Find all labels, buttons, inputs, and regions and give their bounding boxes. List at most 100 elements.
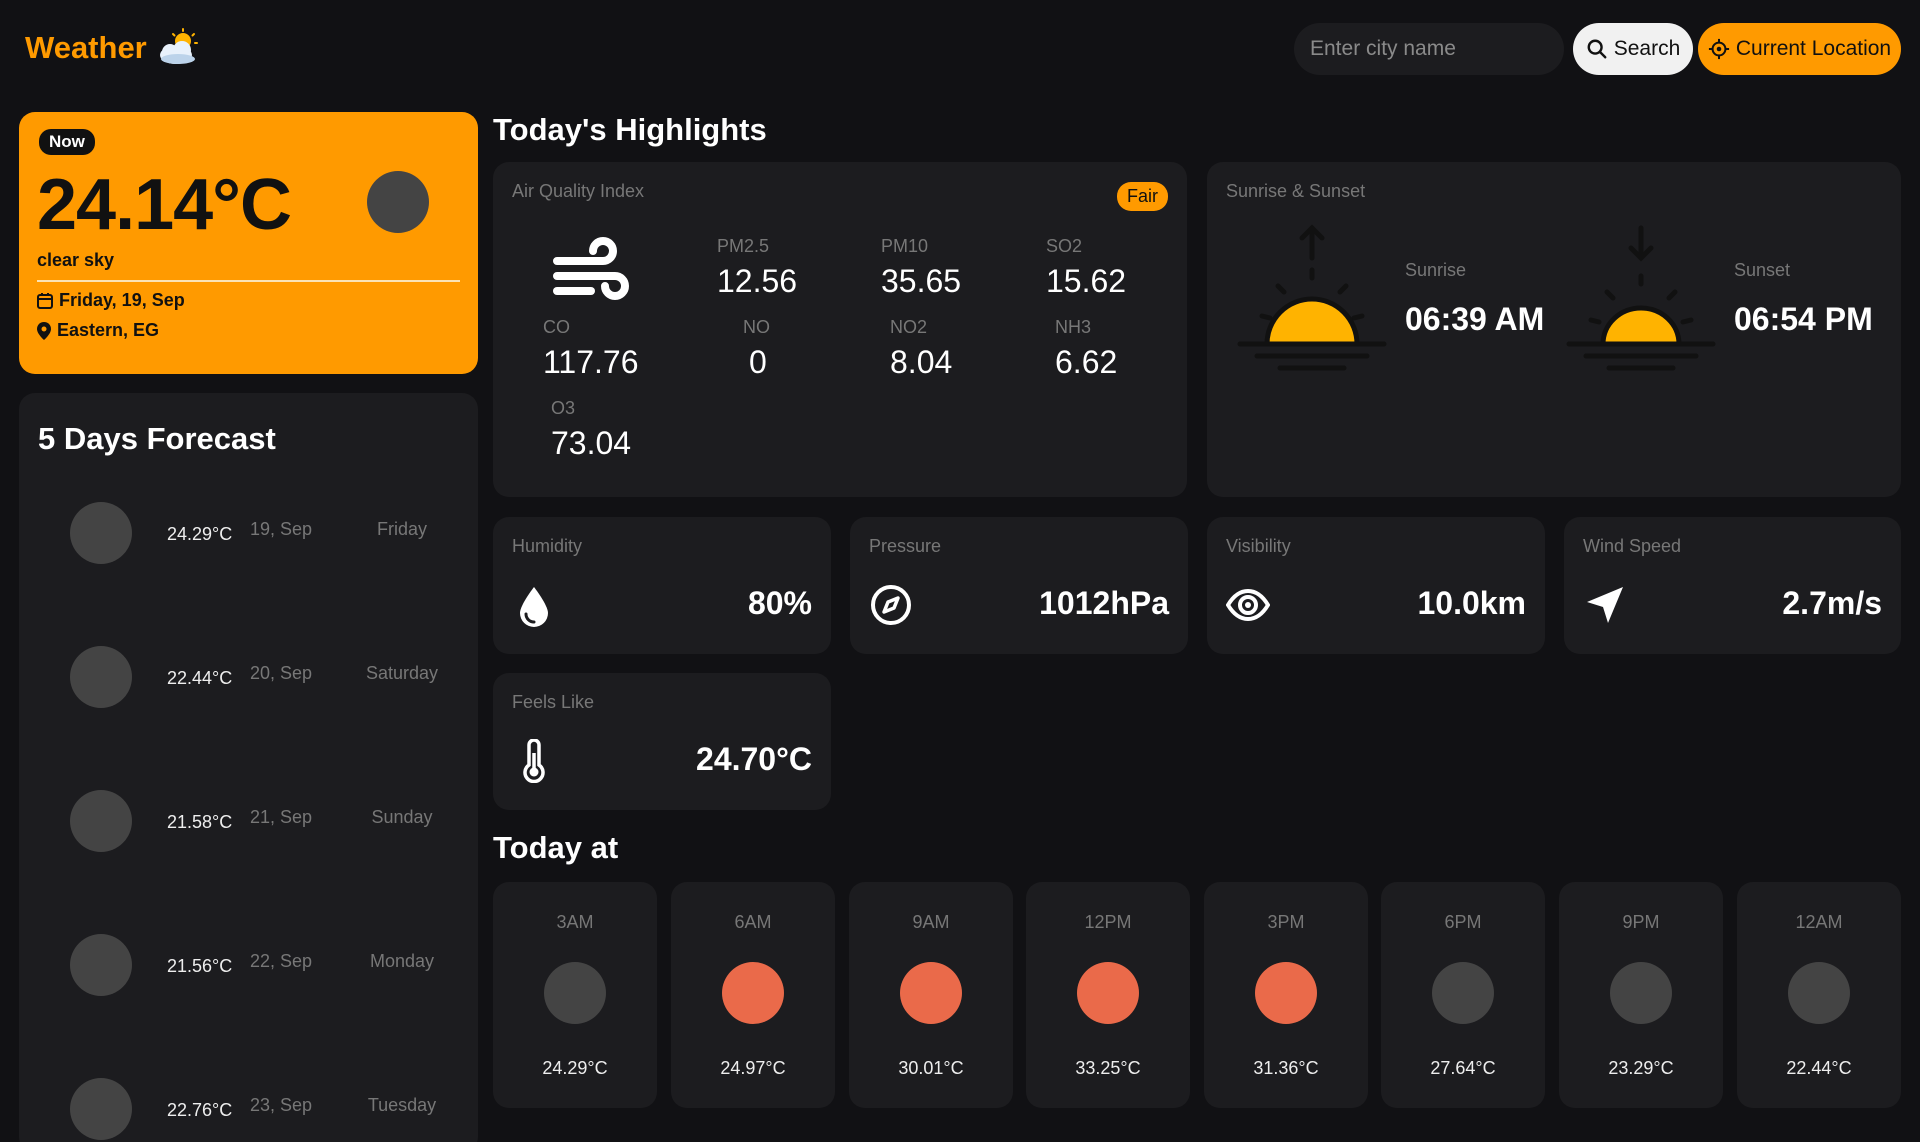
forecast-temp: 24.29°C [167, 524, 233, 544]
search-input[interactable] [1294, 23, 1564, 75]
aqi-nh3-label: NH3 [1055, 317, 1092, 337]
visibility-value: 10.0km [1417, 585, 1526, 621]
weather-description: clear sky [37, 250, 115, 270]
hourly-card: 3PM 31.36°C [1204, 882, 1368, 1108]
forecast-temp: 21.58°C [167, 812, 233, 832]
crosshair-icon [1708, 38, 1729, 60]
today-at-title: Today at [493, 830, 619, 865]
feels-like-value: 24.70°C [696, 741, 812, 777]
humidity-label: Humidity [512, 536, 583, 556]
weather-icon [70, 1078, 132, 1140]
forecast-date: 21, Sep [249, 807, 313, 827]
visibility-card: Visibility 10.0km [1207, 517, 1545, 654]
weather-icon [1432, 962, 1494, 1024]
hour-temp: 33.25°C [1075, 1058, 1141, 1078]
aqi-nh3-value: 6.62 [1055, 344, 1118, 380]
cloud-sun-icon [159, 28, 198, 64]
aqi-so2-value: 15.62 [1046, 263, 1127, 299]
forecast-date: 19, Sep [249, 519, 313, 539]
forecast-date: 22, Sep [249, 951, 313, 971]
weather-icon [367, 171, 429, 233]
divider [37, 280, 460, 282]
sun-label: Sunrise & Sunset [1226, 181, 1366, 201]
aqi-pm10-label: PM10 [881, 236, 929, 256]
weather-icon [1788, 962, 1850, 1024]
pressure-card: Pressure 1012hPa [850, 517, 1188, 654]
forecast-day: Saturday [365, 663, 439, 683]
weather-icon [1610, 962, 1672, 1024]
highlights-title: Today's Highlights [493, 112, 767, 147]
forecast-title: 5 Days Forecast [38, 421, 276, 456]
aqi-co-value: 117.76 [543, 344, 639, 380]
sunrise-time: 06:39 AM [1405, 301, 1545, 337]
forecast-temp: 22.44°C [167, 668, 233, 688]
sunset-icon [1566, 225, 1716, 371]
current-location-label: Current Location [1735, 37, 1892, 60]
current-weather-card: Now 24.14°C clear sky Friday, 19, Sep Ea… [19, 112, 478, 374]
forecast-row: 24.29°C 19, Sep Friday [19, 502, 478, 572]
hour-time: 3AM [556, 912, 594, 932]
aqi-o3-value: 73.04 [551, 425, 632, 461]
current-temperature: 24.14°C [37, 165, 292, 245]
current-date-row: Friday, 19, Sep [37, 290, 185, 311]
aqi-no2-label: NO2 [890, 317, 928, 337]
weather-icon [722, 962, 784, 1024]
pressure-value: 1012hPa [1039, 585, 1169, 621]
hourly-card: 6AM 24.97°C [671, 882, 835, 1108]
weather-icon [70, 790, 132, 852]
weather-icon [70, 646, 132, 708]
hour-temp: 31.36°C [1253, 1058, 1319, 1078]
aqi-no-label: NO [743, 317, 770, 337]
sunset-label: Sunset [1734, 260, 1791, 280]
hourly-card: 9PM 23.29°C [1559, 882, 1723, 1108]
sunrise-icon [1237, 224, 1387, 371]
hour-time: 3PM [1267, 912, 1305, 932]
weather-icon [1255, 962, 1317, 1024]
search-button-label: Search [1613, 37, 1681, 60]
compass-icon [871, 585, 911, 625]
thermometer-icon [523, 739, 545, 783]
forecast-day: Tuesday [367, 1095, 437, 1115]
aqi-no-value: 0 [749, 344, 767, 380]
forecast-panel: 5 Days Forecast 24.29°C 19, Sep Friday 2… [19, 393, 478, 1142]
forecast-row: 21.56°C 22, Sep Monday [19, 934, 478, 1004]
current-date: Friday, 19, Sep [59, 290, 185, 310]
pressure-label: Pressure [869, 536, 942, 556]
visibility-label: Visibility [1226, 536, 1291, 556]
forecast-temp: 21.56°C [167, 956, 233, 976]
app-logo[interactable]: Weather [25, 28, 201, 68]
feels-like-card: Feels Like 24.70°C [493, 673, 831, 810]
weather-icon [70, 934, 132, 996]
forecast-date: 23, Sep [249, 1095, 313, 1115]
weather-icon [1077, 962, 1139, 1024]
aqi-pm25-value: 12.56 [717, 263, 798, 299]
hour-time: 9PM [1622, 912, 1660, 932]
aqi-no2-value: 8.04 [890, 344, 953, 380]
aqi-o3-label: O3 [551, 398, 576, 418]
forecast-date: 20, Sep [249, 663, 313, 683]
hourly-card: 12PM 33.25°C [1026, 882, 1190, 1108]
navigation-arrow-icon [1587, 587, 1623, 623]
hour-time: 12AM [1795, 912, 1843, 932]
forecast-day: Monday [369, 951, 435, 971]
wind-speed-value: 2.7m/s [1782, 585, 1882, 621]
forecast-day: Sunday [371, 807, 433, 827]
hour-temp: 30.01°C [898, 1058, 964, 1078]
weather-icon [900, 962, 962, 1024]
humidity-value: 80% [747, 585, 812, 621]
wind-icon [553, 237, 629, 300]
search-button[interactable]: Search [1573, 23, 1693, 75]
aqi-pm10-value: 35.65 [881, 263, 962, 299]
current-location-button[interactable]: Current Location [1698, 23, 1901, 75]
hour-temp: 23.29°C [1608, 1058, 1674, 1078]
weather-icon [70, 502, 132, 564]
aqi-label: Air Quality Index [512, 181, 645, 201]
hour-temp: 24.97°C [720, 1058, 786, 1078]
aqi-so2-label: SO2 [1046, 236, 1083, 256]
hour-time: 9AM [912, 912, 950, 932]
aqi-co-label: CO [543, 317, 570, 337]
forecast-row: 22.44°C 20, Sep Saturday [19, 646, 478, 716]
logo-text: Weather [25, 30, 147, 65]
forecast-row: 22.76°C 23, Sep Tuesday [19, 1078, 478, 1142]
wind-speed-label: Wind Speed [1583, 536, 1682, 556]
